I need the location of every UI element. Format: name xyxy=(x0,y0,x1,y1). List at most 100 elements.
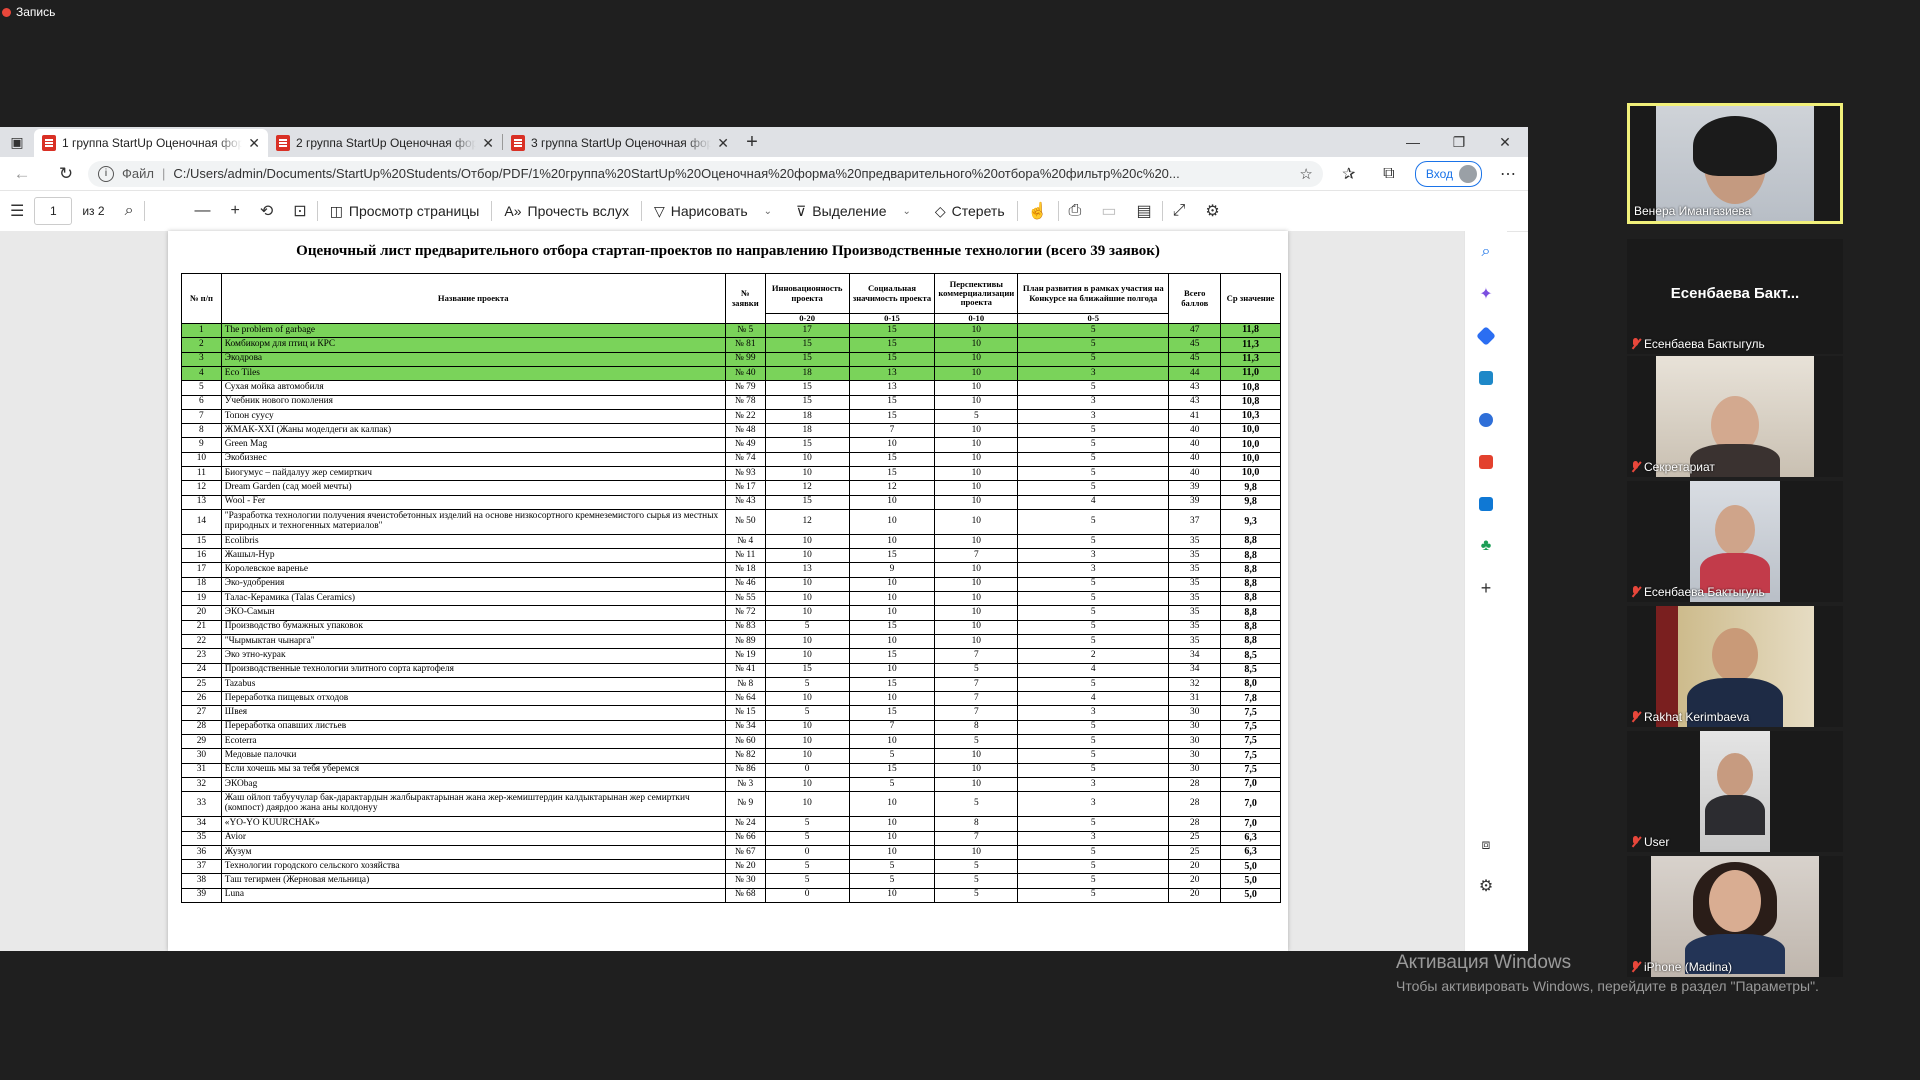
close-icon[interactable]: ✕ xyxy=(248,135,260,152)
project-name: Технологии городского сельского хозяйств… xyxy=(221,860,725,874)
score-commercial: 5 xyxy=(935,860,1018,874)
row-num: 33 xyxy=(182,792,222,817)
participant-tile[interactable]: Секретариат xyxy=(1627,356,1843,477)
file-label: Файл xyxy=(122,166,154,181)
chevron-down-icon[interactable]: ⌄ xyxy=(764,206,772,217)
reload-icon[interactable]: ↻ xyxy=(44,164,88,184)
sidebar-settings-icon[interactable]: ⚙ xyxy=(1465,865,1507,907)
score-plan: 5 xyxy=(1018,620,1169,634)
close-window-icon[interactable]: ✕ xyxy=(1482,127,1528,157)
zoom-out-icon[interactable]: — xyxy=(185,202,221,220)
restore-icon[interactable]: ❐ xyxy=(1436,127,1482,157)
back-icon[interactable]: ← xyxy=(0,164,44,184)
save-as-icon[interactable]: ▤ xyxy=(1126,201,1161,221)
page-number-input[interactable]: 1 xyxy=(34,197,72,225)
application-number: № 64 xyxy=(725,692,765,706)
login-button[interactable]: Вход xyxy=(1415,161,1482,187)
project-name: Экодрова xyxy=(221,352,725,366)
project-name: Талас-Керамика (Talas Ceramics) xyxy=(221,592,725,606)
score-social: 10 xyxy=(849,577,935,591)
score-social: 10 xyxy=(849,509,935,534)
chevron-down-icon[interactable]: ⌄ xyxy=(902,206,910,217)
participant-video xyxy=(1690,481,1780,602)
tab-3[interactable]: 3 группа StartUp Оценочная форма ✕ xyxy=(503,129,737,157)
tools-icon[interactable] xyxy=(1465,357,1507,399)
row-num: 5 xyxy=(182,381,222,395)
tree-icon[interactable]: ♣ xyxy=(1465,525,1507,567)
participant-tile[interactable]: Есенбаева Бактыгуль xyxy=(1627,481,1843,602)
games-icon[interactable] xyxy=(1465,399,1507,441)
shopping-icon[interactable] xyxy=(1465,315,1507,357)
total-score: 37 xyxy=(1169,509,1221,534)
row-num: 17 xyxy=(182,563,222,577)
project-name: ЭКОbag xyxy=(221,777,725,791)
table-row: 12Dream Garden (сад моей мечты)№ 1712121… xyxy=(182,481,1281,495)
participant-tile[interactable]: Венера Имангазиева xyxy=(1627,103,1843,224)
table-row: 28Переработка опавших листьев№ 341078530… xyxy=(182,720,1281,734)
split-screen-icon[interactable]: ⧈ xyxy=(1465,823,1507,865)
score-plan: 3 xyxy=(1018,366,1169,380)
rotate-icon[interactable]: ⟲ xyxy=(250,201,283,221)
collections-icon[interactable]: ⧉ xyxy=(1369,165,1409,183)
table-row: 31Если хочешь мы за тебя уберемся№ 86015… xyxy=(182,763,1281,777)
info-icon[interactable]: i xyxy=(98,166,114,182)
sidebar-search-icon[interactable]: ⌕ xyxy=(1465,231,1507,273)
application-number: № 9 xyxy=(725,792,765,817)
score-social: 15 xyxy=(849,395,935,409)
tab-2[interactable]: 2 группа StartUp Оценочная форма ✕ xyxy=(268,129,502,157)
tab-actions-icon[interactable]: ▣ xyxy=(0,127,34,157)
page-view-button[interactable]: ◫Просмотр страницы xyxy=(318,203,492,220)
url-text[interactable]: C:/Users/admin/Documents/StartUp%20Stude… xyxy=(173,166,1291,181)
watermark-text: Чтобы активировать Windows, перейдите в … xyxy=(1396,978,1819,994)
outlook-icon[interactable] xyxy=(1465,483,1507,525)
settings-icon[interactable]: ⚙ xyxy=(1195,201,1229,221)
add-icon[interactable]: + xyxy=(1465,567,1507,609)
new-tab-icon[interactable]: + xyxy=(737,131,767,154)
highlight-button[interactable]: ⊽Выделение⌄ xyxy=(784,203,923,220)
average-score: 6,3 xyxy=(1221,831,1281,845)
table-row: 21Производство бумажных упаковок№ 835151… xyxy=(182,620,1281,634)
project-name: Если хочешь мы за тебя уберемся xyxy=(221,763,725,777)
tab-1[interactable]: 1 группа StartUp Оценочная форма ✕ xyxy=(34,129,268,157)
range-plan: 0-5 xyxy=(1018,314,1169,324)
score-commercial: 8 xyxy=(935,817,1018,831)
erase-button[interactable]: ◇Стереть xyxy=(923,203,1017,220)
search-icon[interactable]: ⌕ xyxy=(115,202,144,220)
favorite-add-icon[interactable]: ☆ xyxy=(1299,165,1312,183)
participant-tile[interactable]: Rakhat Kerimbaeva xyxy=(1627,606,1843,727)
minimize-icon[interactable]: — xyxy=(1390,127,1436,157)
score-commercial: 10 xyxy=(935,606,1018,620)
participant-tile[interactable]: Есенбаева Бакт... Есенбаева Бактыгуль xyxy=(1627,239,1843,354)
read-aloud-button[interactable]: A»Прочесть вслух xyxy=(492,203,641,219)
favorites-icon[interactable]: ✰ xyxy=(1329,164,1369,184)
score-plan: 5 xyxy=(1018,720,1169,734)
pdf-icon xyxy=(511,135,525,151)
project-name: Производство бумажных упаковок xyxy=(221,620,725,634)
fit-page-icon[interactable]: ⊡ xyxy=(283,201,316,221)
application-number: № 46 xyxy=(725,577,765,591)
zoom-in-icon[interactable]: + xyxy=(221,202,250,220)
application-number: № 81 xyxy=(725,338,765,352)
office-icon[interactable] xyxy=(1465,441,1507,483)
total-score: 39 xyxy=(1169,481,1221,495)
score-innovation: 5 xyxy=(765,677,849,691)
contents-icon[interactable]: ☰ xyxy=(0,201,34,221)
project-name: «YO-YO KUURCHAK» xyxy=(221,817,725,831)
tab-title: 2 группа StartUp Оценочная форма xyxy=(296,136,476,150)
score-commercial: 5 xyxy=(935,735,1018,749)
print-icon[interactable]: ⎙ xyxy=(1059,202,1092,220)
participant-tile[interactable]: User xyxy=(1627,731,1843,852)
copilot-icon[interactable]: ✦ xyxy=(1465,273,1507,315)
url-field[interactable]: i Файл | C:/Users/admin/Documents/StartU… xyxy=(88,161,1323,187)
more-icon[interactable]: ⋯ xyxy=(1488,164,1528,184)
score-commercial: 8 xyxy=(935,720,1018,734)
fullscreen-icon[interactable]: ⤢ xyxy=(1163,202,1196,220)
pdf-viewer[interactable]: Оценочный лист предварительного отбора с… xyxy=(0,231,1464,951)
close-icon[interactable]: ✕ xyxy=(717,135,729,152)
draw-button[interactable]: ▽Нарисовать⌄ xyxy=(642,203,784,220)
header-total: Всего баллов xyxy=(1169,274,1221,324)
score-plan: 5 xyxy=(1018,634,1169,648)
pdf-page: Оценочный лист предварительного отбора с… xyxy=(168,231,1288,951)
close-icon[interactable]: ✕ xyxy=(482,135,494,152)
total-score: 40 xyxy=(1169,424,1221,438)
